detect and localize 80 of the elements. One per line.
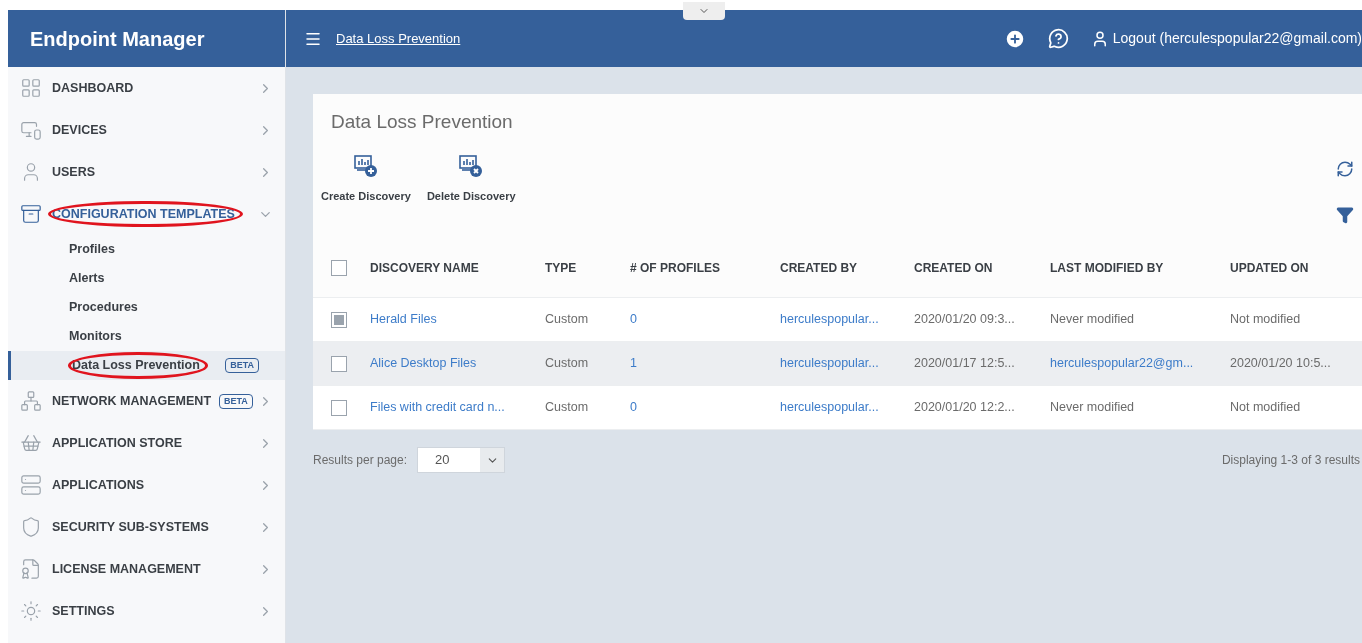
results-summary: Displaying 1-3 of 3 results [1221,452,1360,469]
table-cell-text: Not modified [1230,399,1301,417]
table-link[interactable]: Herald Files [370,310,437,329]
page-title: Data Loss Prevention [330,110,514,134]
sidebar-item[interactable]: APPLICATION STORE [8,422,285,464]
refresh-icon[interactable] [1336,160,1354,178]
table-cell-text: Never modified [1050,311,1135,329]
sidebar-item[interactable]: DASHBOARD [8,67,285,109]
table-link[interactable]: herculespopular... [780,398,879,417]
sidebar-label: DASHBOARD [52,79,134,97]
help-icon[interactable] [1047,28,1069,49]
checkbox[interactable] [331,311,347,328]
sidebar-sublabel: Procedures [69,299,138,317]
table-cell-text: 2020/01/20 09:3... [914,311,1015,329]
column-header[interactable]: CREATED BY [780,258,914,277]
table-link[interactable]: herculespopular... [780,354,879,373]
sidebar-label: NETWORK MANAGEMENT [52,392,211,410]
sidebar-item[interactable]: NETWORK MANAGEMENT BETA [8,380,285,422]
table-link[interactable]: 1 [630,354,637,373]
toolbar-button[interactable]: Create Discovery [321,153,411,204]
sidebar-sublabel: Profiles [69,241,115,259]
table-cell-text: 2020/01/20 12:2... [914,399,1015,417]
checkbox[interactable] [331,259,347,276]
sidebar-subitem[interactable]: Alerts [8,264,285,293]
sidebar-subitem[interactable]: Data Loss Prevention BETA [8,351,285,380]
table-link[interactable]: 0 [630,310,637,329]
table-cell-text: Not modified [1230,311,1301,329]
table-link[interactable]: herculespopular22@gm... [1050,354,1194,373]
toolbar-button[interactable]: Delete Discovery [426,153,516,204]
sidebar-subitem[interactable]: Monitors [8,322,285,351]
column-header[interactable]: # OF PROFILES [630,258,780,277]
sidebar-label: SETTINGS [52,602,115,620]
sidebar-label: DEVICES [52,121,107,139]
sidebar-label: USERS [52,163,96,181]
sidebar-label: APPLICATION STORE [52,434,183,452]
sidebar-item[interactable]: APPLICATIONS [8,464,285,506]
column-header[interactable]: LAST MODIFIED BY [1050,258,1230,277]
beta-badge: BETA [219,393,253,409]
column-header[interactable]: UPDATED ON [1230,258,1360,277]
logout-link[interactable]: Logout (herculespopular22@gmail.com) [1090,28,1362,49]
results-label: Results per page: [313,452,408,469]
table-cell-text: Custom [545,399,589,417]
table-link[interactable]: herculespopular... [780,310,879,329]
sidebar-label: LICENSE MANAGEMENT [52,560,201,578]
sidebar-sublabel: Alerts [69,270,105,288]
sidebar-sublabel: Monitors [69,328,122,346]
sidebar-item[interactable]: DEVICES [8,109,285,151]
sidebar-item[interactable]: SECURITY SUB-SYSTEMS [8,506,285,548]
sidebar-item[interactable]: USERS [8,151,285,193]
table-cell-text: Never modified [1050,399,1135,417]
column-header[interactable]: TYPE [545,258,630,277]
table-cell-text: Custom [545,355,589,373]
table-link[interactable]: Alice Desktop Files [370,354,477,373]
sidebar-item[interactable]: SETTINGS [8,590,285,632]
column-header[interactable]: CREATED ON [914,258,1050,277]
filter-icon[interactable] [1336,206,1354,224]
beta-badge: BETA [225,358,259,373]
checkbox[interactable] [331,355,347,372]
sidebar-label: APPLICATIONS [52,476,145,494]
sidebar-label: CONFIGURATION TEMPLATES [52,205,235,223]
sidebar-item[interactable]: LICENSE MANAGEMENT [8,548,285,590]
sidebar-item[interactable]: CONFIGURATION TEMPLATES [8,193,285,235]
sidebar-sublabel: Data Loss Prevention [72,357,200,375]
add-icon[interactable] [1003,27,1026,50]
per-page-select[interactable]: 20 [417,447,506,473]
checkbox[interactable] [331,399,347,416]
app-title: Endpoint Manager [8,10,285,67]
table-cell-text: 2020/01/17 12:5... [914,355,1015,373]
sidebar-subitem[interactable]: Procedures [8,293,285,322]
table-cell-text: 2020/01/20 10:5... [1230,355,1331,373]
table-link[interactable]: Files with credit card n... [370,398,505,417]
table-link[interactable]: 0 [630,398,637,417]
breadcrumb-link[interactable]: Data Loss Prevention [336,28,461,49]
chart-remove-icon [459,153,484,178]
table-row[interactable]: Alice Desktop Files Custom 1 herculespopular... 2020/01/17 12:5... herculespopular22@gm... 2020/01/20 10:5... [313,342,1362,386]
column-header[interactable]: DISCOVERY NAME [370,258,545,277]
chart-plus-icon [353,153,378,178]
table-cell-text: Custom [545,311,589,329]
sidebar-label: SECURITY SUB-SYSTEMS [52,518,209,536]
sidebar-subitem[interactable]: Profiles [8,235,285,264]
